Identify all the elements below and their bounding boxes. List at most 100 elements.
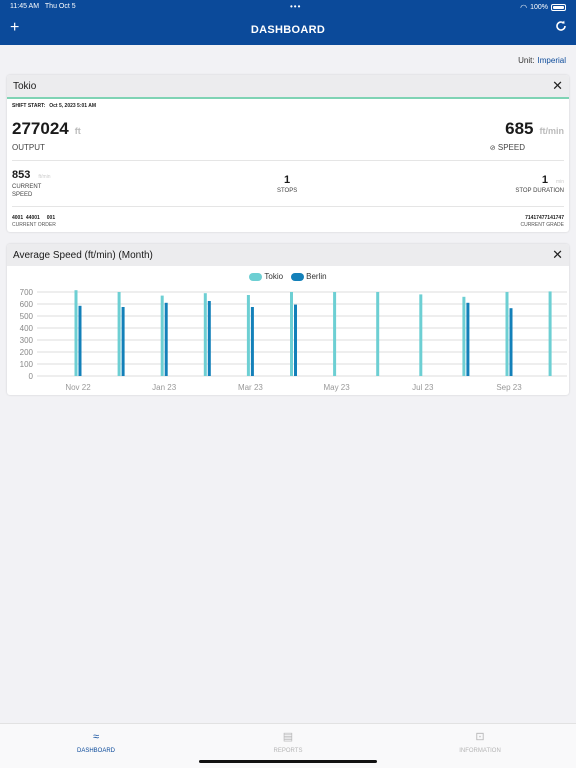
speed-number: 685 [505, 119, 534, 138]
bar-berlin [121, 307, 125, 376]
shift-start-value: Oct 5, 2023 5:01 AM [49, 103, 97, 109]
speed-value: 685 ft/min [505, 119, 564, 139]
unit-value[interactable]: Imperial [538, 56, 566, 65]
bar-berlin [164, 302, 168, 376]
navigation-bar: 11:45 AM Thu Oct 5 ••• ◠ 100% + DASHBOAR… [0, 0, 576, 45]
bar-berlin [509, 308, 513, 376]
bar-berlin [250, 307, 254, 376]
current-speed-label: CURRENT SPEED [12, 183, 41, 199]
bar-tokio [376, 292, 380, 376]
bar-tokio [505, 292, 509, 376]
shift-start-label: SHIFT START: [12, 103, 46, 109]
divider [12, 160, 564, 161]
average-speed-chart: 0 100 200 300 400 500 600 700 Nov 22 Jan 23 Mar 23… [20, 288, 567, 392]
tab-dashboard[interactable]: ≈ DASHBOARD [26, 730, 166, 754]
current-speed-number: 853 [12, 169, 31, 181]
dashboard-wave-icon: ≈ [92, 731, 100, 743]
speed-unit: ft/min [539, 126, 565, 136]
bar-tokio [290, 292, 293, 376]
y-tick-label: 0 [29, 372, 34, 381]
multitask-dots-icon[interactable]: ••• [290, 2, 301, 11]
stop-duration-value: 1 min [542, 174, 564, 186]
x-tick-label: May 23 [323, 383, 350, 392]
y-tick-label: 500 [20, 312, 34, 321]
stop-duration-unit: min [555, 179, 564, 185]
stops-value: 1 [284, 174, 291, 186]
order-part-2: 44001 [25, 215, 40, 221]
speed-label: ⊘ SPEED [490, 143, 525, 152]
y-tick-label: 400 [20, 324, 34, 333]
x-tick-label: Sep 23 [496, 383, 522, 392]
bar-berlin [294, 304, 297, 376]
y-tick-label: 200 [20, 348, 34, 357]
stop-duration-label: STOP DURATION [515, 188, 564, 194]
current-grade-value: 71417477141747 [525, 215, 564, 221]
legend-item-berlin[interactable]: Berlin [291, 272, 327, 281]
bar-tokio [246, 295, 250, 376]
bar-tokio [160, 295, 164, 376]
bar-tokio [117, 292, 121, 376]
divider [12, 206, 564, 207]
legend-label-berlin: Berlin [306, 272, 327, 281]
output-unit: ft [74, 126, 81, 136]
bar-tokio [203, 293, 207, 376]
refresh-icon[interactable] [555, 20, 567, 36]
chart-card-header: Average Speed (ft/min) (Month) ✕ [7, 244, 569, 266]
page-title: DASHBOARD [250, 24, 326, 36]
output-number: 277024 [12, 119, 69, 138]
tab-information-label: INFORMATION [459, 748, 501, 754]
status-time-text: 11:45 AM [10, 3, 40, 10]
current-speed-unit: ft/min [38, 174, 51, 180]
machine-card-title: Tokio [13, 80, 37, 92]
info-chat-icon: ⊡ [475, 731, 485, 743]
home-indicator [199, 760, 377, 763]
status-bar: 11:45 AM Thu Oct 5 ••• ◠ 100% [10, 2, 566, 13]
x-tick-label: Mar 23 [238, 383, 263, 392]
y-tick-label: 100 [20, 360, 34, 369]
stops-label: STOPS [277, 188, 298, 194]
status-right: ◠ 100% [520, 3, 566, 12]
x-tick-label: Nov 22 [65, 383, 91, 392]
current-speed-label-line1: CURRENT [12, 184, 42, 190]
legend-swatch-tokio [249, 272, 263, 281]
bar-tokio [419, 294, 423, 376]
tab-reports-label: REPORTS [273, 748, 303, 754]
stop-duration-number: 1 [541, 174, 548, 186]
close-icon[interactable]: ✕ [552, 247, 563, 263]
order-part-3: 001 [46, 215, 56, 221]
tab-information[interactable]: ⊡ INFORMATION [410, 730, 550, 754]
status-time: 11:45 AM Thu Oct 5 [10, 3, 76, 10]
bar-berlin [207, 301, 211, 376]
tab-reports[interactable]: ▤ REPORTS [218, 730, 358, 754]
legend-label-tokio: Tokio [264, 272, 284, 281]
chart-card: Average Speed (ft/min) (Month) ✕ Tokio B… [7, 244, 569, 395]
wifi-icon: ◠ [520, 3, 528, 12]
current-order-label: CURRENT ORDER [12, 222, 56, 228]
chart-card-title: Average Speed (ft/min) (Month) [13, 249, 153, 261]
gauge-icon: ⊘ [489, 145, 496, 152]
status-date-text: Thu Oct 5 [44, 3, 76, 10]
current-speed-label-line2: SPEED [12, 192, 33, 198]
bar-tokio [462, 296, 466, 376]
x-tick-label: Jan 23 [152, 383, 177, 392]
chart-legend: Tokio Berlin [7, 272, 569, 281]
document-icon: ▤ [282, 731, 294, 743]
unit-label: Unit: [518, 56, 535, 65]
unit-selector[interactable]: Unit: Imperial [518, 56, 566, 65]
battery-icon [551, 4, 566, 11]
y-tick-label: 600 [20, 300, 34, 309]
y-tick-label: 300 [20, 336, 34, 345]
y-tick-label: 700 [20, 288, 34, 297]
order-part-1: 4001 [12, 215, 24, 221]
close-icon[interactable]: ✕ [552, 78, 563, 94]
status-accent-line [7, 97, 569, 99]
current-grade-label: CURRENT GRADE [520, 222, 564, 228]
speed-label-text: SPEED [497, 143, 525, 152]
bar-berlin [466, 302, 470, 376]
current-speed-value: 853 ft/min [12, 169, 51, 181]
battery-percent: 100% [530, 4, 548, 11]
output-value: 277024 ft [12, 119, 81, 139]
legend-item-tokio[interactable]: Tokio [249, 272, 283, 281]
shift-start: SHIFT START: Oct 5, 2023 5:01 AM [12, 103, 96, 109]
legend-swatch-berlin [291, 272, 305, 281]
